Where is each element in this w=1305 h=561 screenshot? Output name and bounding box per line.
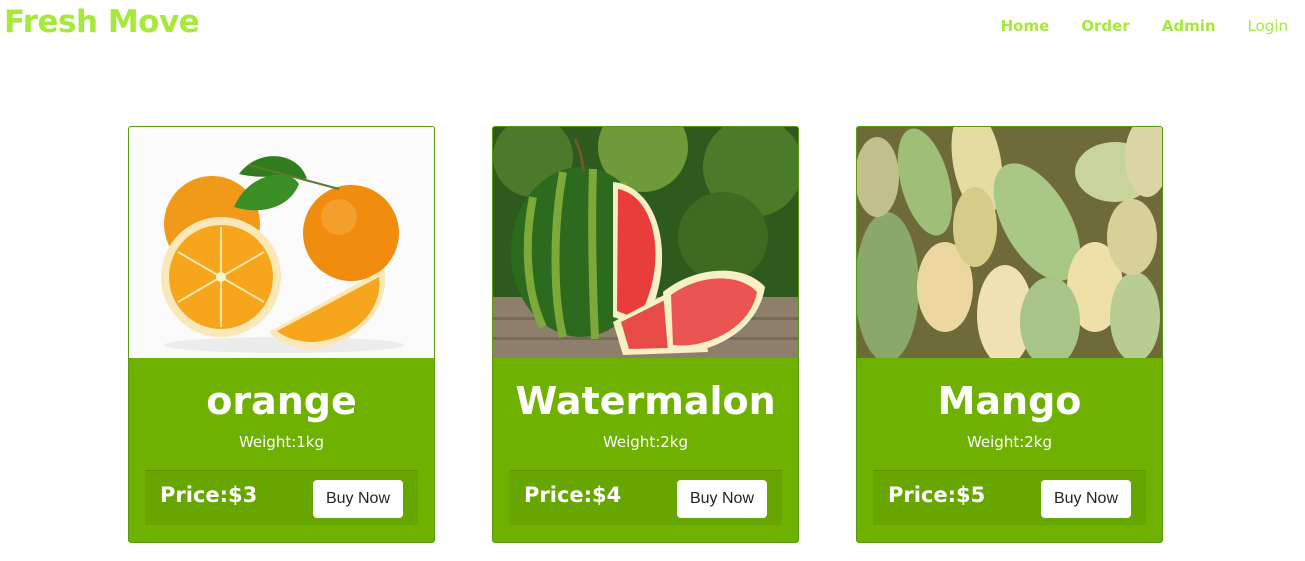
- product-price: Price:$4: [524, 483, 622, 507]
- buy-now-button[interactable]: Buy Now: [1041, 480, 1131, 518]
- nav-admin-link[interactable]: Admin: [1162, 16, 1216, 36]
- product-weight: Weight:1kg: [238, 433, 325, 451]
- product-price: Price:$3: [160, 483, 258, 507]
- product-weight: Weight:2kg: [602, 433, 689, 451]
- product-card-watermelon: Watermalon Weight:2kg Price:$4 Buy Now: [492, 126, 799, 543]
- buy-now-button[interactable]: Buy Now: [313, 480, 403, 518]
- product-card-orange: orange Weight:1kg Price:$3 Buy Now: [128, 126, 435, 543]
- buy-now-button[interactable]: Buy Now: [677, 480, 767, 518]
- brand-logo[interactable]: Fresh Move: [4, 4, 200, 40]
- orange-image: [129, 127, 434, 358]
- card-footer: Price:$3 Buy Now: [145, 470, 418, 525]
- product-name: Watermalon: [515, 379, 776, 423]
- product-name: orange: [206, 379, 357, 423]
- nav-home-link[interactable]: Home: [1001, 16, 1050, 36]
- nav-login-link[interactable]: Login: [1248, 16, 1288, 36]
- product-card-mango: Mango Weight:2kg Price:$5 Buy Now: [856, 126, 1163, 543]
- nav-order-link[interactable]: Order: [1081, 16, 1129, 36]
- main-nav: Home Order Admin Login: [969, 16, 1288, 36]
- mango-image: [857, 127, 1162, 358]
- product-price: Price:$5: [888, 483, 986, 507]
- card-footer: Price:$5 Buy Now: [873, 470, 1146, 525]
- product-weight: Weight:2kg: [966, 433, 1053, 451]
- product-name: Mango: [937, 379, 1082, 423]
- card-footer: Price:$4 Buy Now: [509, 470, 782, 525]
- watermelon-image: [493, 127, 798, 358]
